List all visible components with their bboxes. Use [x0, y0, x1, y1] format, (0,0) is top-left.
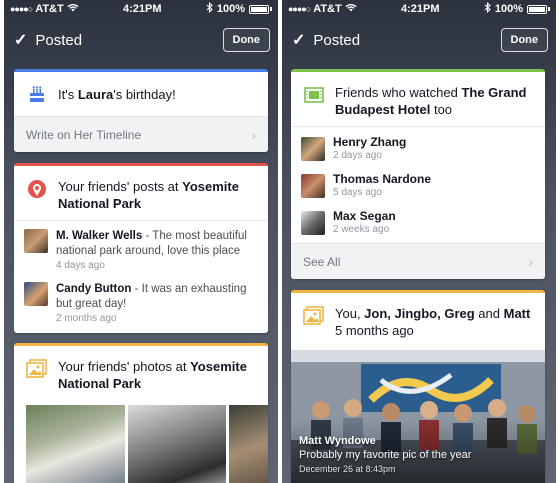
post-item[interactable]: Candy Button - It was an exhausting but …: [14, 272, 268, 325]
friend-row[interactable]: Max Segan 2 weeks ago: [291, 204, 545, 241]
birthday-card: It's Laura's birthday! Write on Her Time…: [14, 69, 268, 152]
see-all-label: See All: [303, 254, 341, 269]
see-all-link[interactable]: See All ›: [291, 243, 545, 279]
chevron-right-icon: ›: [251, 126, 256, 143]
checkmark-icon: ✓: [14, 32, 28, 49]
posted-title: Posted: [313, 31, 361, 49]
movie-friends-card: Friends who watched The Grand Budapest H…: [291, 69, 545, 279]
photo-caption: Matt Wyndowe Probably my favorite pic of…: [299, 434, 471, 476]
battery-icon: [249, 4, 269, 14]
bluetooth-icon: [206, 1, 213, 16]
status-bar: ●●●●○ AT&T 4:21PM 100%: [4, 0, 278, 18]
post-time: 4 days ago: [56, 260, 105, 271]
memory-card: You, Jon, Jingbo, Greg and Matt 5 months…: [291, 290, 545, 483]
friend-name: Thomas Nardone: [333, 172, 432, 186]
battery-icon: [527, 4, 547, 14]
friend-name: Henry Zhang: [333, 135, 407, 149]
location-pin-icon: [26, 178, 48, 200]
clock: 4:21PM: [123, 3, 162, 15]
caption-author: Matt Wyndowe: [299, 435, 376, 447]
memory-card-title: You, Jon, Jingbo, Greg and Matt: [335, 306, 531, 321]
signal-dots-icon: ●●●●○: [10, 4, 33, 14]
avatar: [24, 282, 48, 306]
friend-row[interactable]: Henry Zhang 2 days ago: [291, 130, 545, 167]
friend-photo[interactable]: [228, 405, 268, 483]
friends-posts-card: Your friends' posts at Yosemite National…: [14, 163, 268, 333]
group-photo[interactable]: Matt Wyndowe Probably my favorite pic of…: [291, 350, 545, 483]
movie-card-title: Friends who watched The Grand Budapest H…: [335, 85, 527, 117]
carrier-label: AT&T: [35, 3, 64, 15]
top-bar: ✓ Posted Done: [4, 18, 278, 62]
photos-icon: [26, 358, 48, 380]
write-timeline-link[interactable]: Write on Her Timeline ›: [14, 116, 268, 152]
caption-date: December 26 at 8:43pm: [299, 464, 396, 474]
avatar: [24, 229, 48, 253]
friend-time: 5 days ago: [333, 187, 382, 198]
battery-percent: 100%: [494, 3, 523, 15]
posts-card-title: Your friends' posts at Yosemite National…: [58, 179, 239, 211]
friend-time: 2 weeks ago: [333, 224, 390, 235]
chevron-right-icon: ›: [528, 253, 533, 270]
friend-name: Max Segan: [333, 209, 396, 223]
avatar: [301, 136, 325, 161]
friends-photos-card: Your friends' photos at Yosemite Nationa…: [14, 343, 268, 483]
battery-percent: 100%: [216, 3, 245, 15]
birthday-message: It's Laura's birthday!: [58, 86, 176, 102]
photo-strip: [26, 405, 268, 483]
photos-card-title: Your friends' photos at Yosemite Nationa…: [58, 359, 247, 391]
wifi-icon: [67, 3, 79, 15]
movie-ticket-icon: [303, 84, 325, 106]
checkmark-icon: ✓: [292, 32, 306, 49]
battery-nub: [548, 7, 550, 11]
post-time: 2 months ago: [56, 313, 117, 324]
avatar: [301, 173, 325, 198]
avatar: [301, 210, 325, 235]
caption-text: Probably my favorite pic of the year: [299, 449, 472, 461]
post-text: M. Walker Wells - The most beautiful nat…: [56, 230, 247, 257]
top-bar: ✓ Posted Done: [282, 18, 556, 62]
write-timeline-label: Write on Her Timeline: [26, 127, 142, 142]
status-bar: ●●●●○ AT&T 4:21PM 100%: [282, 0, 556, 18]
right-phone-screen: ●●●●○ AT&T 4:21PM 100% ✓ Posted Done Fri…: [282, 0, 556, 483]
post-item[interactable]: M. Walker Wells - The most beautiful nat…: [14, 221, 268, 272]
done-button[interactable]: Done: [500, 28, 548, 52]
friend-row[interactable]: Thomas Nardone 5 days ago: [291, 167, 545, 204]
battery-nub: [270, 7, 272, 11]
posted-title: Posted: [35, 31, 83, 49]
clock: 4:21PM: [401, 3, 440, 15]
photos-icon: [303, 305, 325, 327]
signal-dots-icon: ●●●●○: [288, 4, 311, 14]
memory-time: 5 months ago: [335, 323, 414, 338]
friend-time: 2 days ago: [333, 150, 382, 161]
post-text: Candy Button - It was an exhausting but …: [56, 283, 247, 310]
bluetooth-icon: [484, 1, 491, 16]
friend-photo[interactable]: [26, 405, 126, 483]
birthday-cake-icon: [26, 83, 48, 105]
friend-photo[interactable]: [128, 405, 226, 483]
wifi-icon: [345, 3, 357, 15]
done-button[interactable]: Done: [222, 28, 270, 52]
carrier-label: AT&T: [313, 3, 342, 15]
left-phone-screen: ●●●●○ AT&T 4:21PM 100% ✓ Posted Done It'…: [4, 0, 278, 483]
